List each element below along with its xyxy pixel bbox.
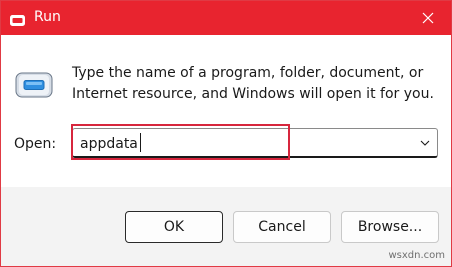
instruction-text: Type the name of a program, folder, docu… [72, 65, 434, 102]
title-bar[interactable]: Run [1, 1, 451, 35]
run-app-icon [10, 11, 25, 26]
open-label: Open: [14, 136, 57, 152]
open-input[interactable] [80, 134, 400, 154]
chevron-down-icon [420, 140, 430, 146]
dropdown-button[interactable] [413, 129, 437, 157]
window-title: Run [34, 9, 61, 25]
browse-button[interactable]: Browse... [341, 211, 439, 243]
close-button[interactable] [405, 1, 451, 35]
close-icon [422, 12, 434, 24]
run-app-icon [15, 71, 53, 99]
ok-button[interactable]: OK [125, 211, 223, 243]
text-caret [140, 133, 141, 152]
run-dialog: Run Type the name of a program, folder, … [0, 0, 452, 267]
watermark: wsxdn.com [388, 250, 445, 261]
cancel-button[interactable]: Cancel [233, 211, 331, 243]
open-combobox[interactable] [72, 128, 438, 158]
